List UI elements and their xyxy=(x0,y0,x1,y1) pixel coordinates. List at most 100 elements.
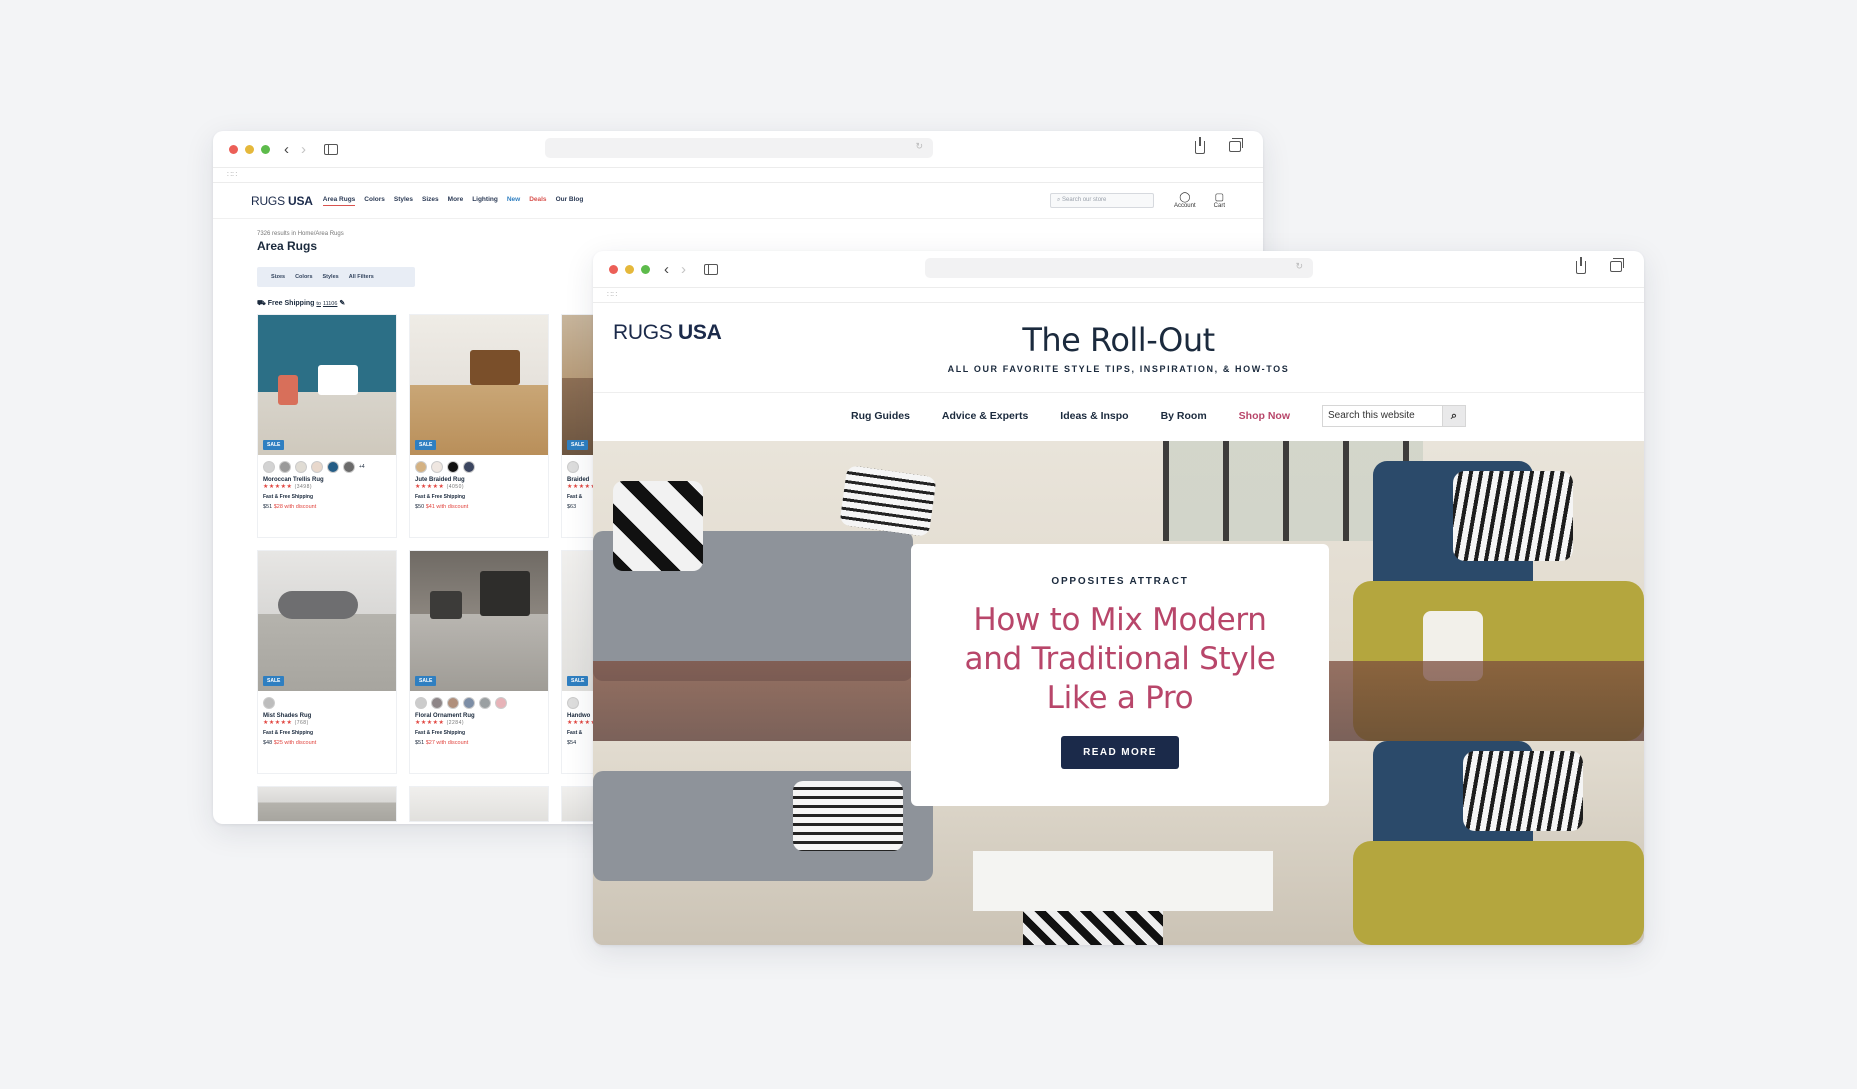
minimize-window-button[interactable] xyxy=(245,144,254,154)
grid-icon[interactable]: ∷∷ xyxy=(607,290,617,299)
sidebar-toggle-icon[interactable] xyxy=(324,143,338,155)
article-kicker: OPPOSITES ATTRACT xyxy=(1051,576,1189,587)
swatch[interactable] xyxy=(311,461,323,473)
shop-nav: Area Rugs Colors Styles Sizes More Light… xyxy=(322,196,584,206)
more-colors-count[interactable]: +4 xyxy=(359,461,365,473)
discount-price[interactable]: $27 with discount xyxy=(426,740,469,746)
address-bar[interactable]: ↻ xyxy=(545,138,933,158)
zip-code-link[interactable]: 11106 xyxy=(323,301,337,307)
share-icon[interactable] xyxy=(1576,257,1586,274)
swatch[interactable] xyxy=(447,697,459,709)
sidebar-toggle-icon[interactable] xyxy=(704,263,718,275)
product-name[interactable]: Floral Ornament Rug xyxy=(410,711,548,719)
product-card[interactable] xyxy=(409,786,549,822)
product-card[interactable]: SALE Mist Shades Rug ★★★★★ (768) Fast & … xyxy=(257,550,397,774)
search-button[interactable]: ⌕ xyxy=(1441,404,1466,427)
nav-our-blog[interactable]: Our Blog xyxy=(556,196,584,206)
swatch[interactable] xyxy=(567,461,579,473)
tabs-overview-icon[interactable] xyxy=(1610,258,1624,272)
armchair-shape xyxy=(430,591,462,619)
swatch[interactable] xyxy=(567,697,579,709)
back-arrow-icon[interactable]: ‹ xyxy=(664,261,669,278)
discount-price[interactable]: $25 with discount xyxy=(274,740,317,746)
shipping-note: Fast & Free Shipping xyxy=(263,730,314,736)
nav-sizes[interactable]: Sizes xyxy=(422,196,439,206)
nav-shop-now[interactable]: Shop Now xyxy=(1239,410,1290,422)
nav-by-room[interactable]: By Room xyxy=(1161,410,1207,422)
product-card[interactable]: SALE +4 Moroccan Trellis Rug ★★★★★ (3498… xyxy=(257,314,397,538)
forward-arrow-icon[interactable]: › xyxy=(681,261,686,278)
swatch[interactable] xyxy=(415,697,427,709)
close-window-button[interactable] xyxy=(609,264,618,274)
product-card[interactable]: SALE Floral Ornament Rug ★★★★★ (2284) Fa… xyxy=(409,550,549,774)
product-card[interactable]: SALE Jute Braided Rug ★★★★★ (4050) Fast … xyxy=(409,314,549,538)
color-swatches: +4 xyxy=(258,455,396,475)
nav-more[interactable]: More xyxy=(448,196,464,206)
swatch[interactable] xyxy=(263,461,275,473)
product-name[interactable]: Moroccan Trellis Rug xyxy=(258,475,396,483)
zoom-window-button[interactable] xyxy=(261,144,270,154)
discount-price[interactable]: $41 with discount xyxy=(426,504,469,510)
nav-rug-guides[interactable]: Rug Guides xyxy=(851,410,910,422)
read-more-button[interactable]: READ MORE xyxy=(1061,736,1179,769)
shop-search-input[interactable]: ⌕ Search our store xyxy=(1049,193,1154,208)
tabs-overview-icon[interactable] xyxy=(1229,138,1243,152)
filter-all[interactable]: All Filters xyxy=(349,274,374,280)
address-bar[interactable]: ↻ xyxy=(925,258,1313,278)
product-name[interactable]: Jute Braided Rug xyxy=(410,475,548,483)
back-arrow-icon[interactable]: ‹ xyxy=(284,141,289,158)
account-button[interactable]: ◯ Account xyxy=(1174,192,1196,209)
search-input[interactable]: Search this website xyxy=(1321,404,1442,427)
nav-deals[interactable]: Deals xyxy=(529,196,546,206)
browser-toolbar: ‹ › ↻ xyxy=(213,131,1263,167)
product-image[interactable]: SALE xyxy=(258,315,396,455)
discount-price[interactable]: $28 with discount xyxy=(274,504,317,510)
product-card[interactable] xyxy=(257,786,397,822)
product-image[interactable]: SALE xyxy=(410,315,548,455)
grid-icon[interactable]: ∷∷ xyxy=(227,170,237,179)
blog-title[interactable]: The Roll-Out xyxy=(593,321,1644,359)
swatch[interactable] xyxy=(431,697,443,709)
swatch[interactable] xyxy=(343,461,355,473)
reload-icon[interactable]: ↻ xyxy=(915,141,923,152)
close-window-button[interactable] xyxy=(229,144,238,154)
swatch[interactable] xyxy=(327,461,339,473)
swatch[interactable] xyxy=(479,697,491,709)
price: $51 $27 with discount xyxy=(410,736,548,746)
filter-colors[interactable]: Colors xyxy=(295,274,312,280)
product-image[interactable]: SALE xyxy=(258,551,396,691)
minimize-window-button[interactable] xyxy=(625,264,634,274)
filter-styles[interactable]: Styles xyxy=(323,274,339,280)
swatch[interactable] xyxy=(263,697,275,709)
forward-arrow-icon[interactable]: › xyxy=(301,141,306,158)
nav-ideas-inspo[interactable]: Ideas & Inspo xyxy=(1060,410,1128,422)
nav-area-rugs[interactable]: Area Rugs xyxy=(322,196,356,206)
swatch[interactable] xyxy=(463,461,475,473)
zoom-window-button[interactable] xyxy=(641,264,650,274)
nav-styles[interactable]: Styles xyxy=(394,196,413,206)
swatch[interactable] xyxy=(447,461,459,473)
nav-lighting[interactable]: Lighting xyxy=(472,196,498,206)
swatch[interactable] xyxy=(295,461,307,473)
edit-pencil-icon[interactable]: ✎ xyxy=(339,300,345,307)
nav-colors[interactable]: Colors xyxy=(364,196,385,206)
nav-new[interactable]: New xyxy=(507,196,520,206)
review-count: (3498) xyxy=(294,484,313,490)
swatch[interactable] xyxy=(415,461,427,473)
share-icon[interactable] xyxy=(1195,137,1205,154)
swatch[interactable] xyxy=(431,461,443,473)
filter-sizes[interactable]: Sizes xyxy=(271,274,285,280)
swatch[interactable] xyxy=(495,697,507,709)
shop-logo[interactable]: RUGS USA xyxy=(251,194,313,208)
article-headline[interactable]: How to Mix Modern and Traditional Style … xyxy=(950,601,1290,718)
product-image[interactable]: SALE xyxy=(410,551,548,691)
checkered-pouf xyxy=(1023,911,1163,945)
striped-pillow xyxy=(793,781,903,851)
swatch[interactable] xyxy=(279,461,291,473)
product-name[interactable]: Mist Shades Rug xyxy=(258,711,396,719)
swatch[interactable] xyxy=(463,697,475,709)
reload-icon[interactable]: ↻ xyxy=(1295,261,1303,272)
hero-image[interactable]: OPPOSITES ATTRACT How to Mix Modern and … xyxy=(593,441,1644,945)
cart-button[interactable]: ▢ Cart xyxy=(1214,192,1225,209)
nav-advice-experts[interactable]: Advice & Experts xyxy=(942,410,1028,422)
